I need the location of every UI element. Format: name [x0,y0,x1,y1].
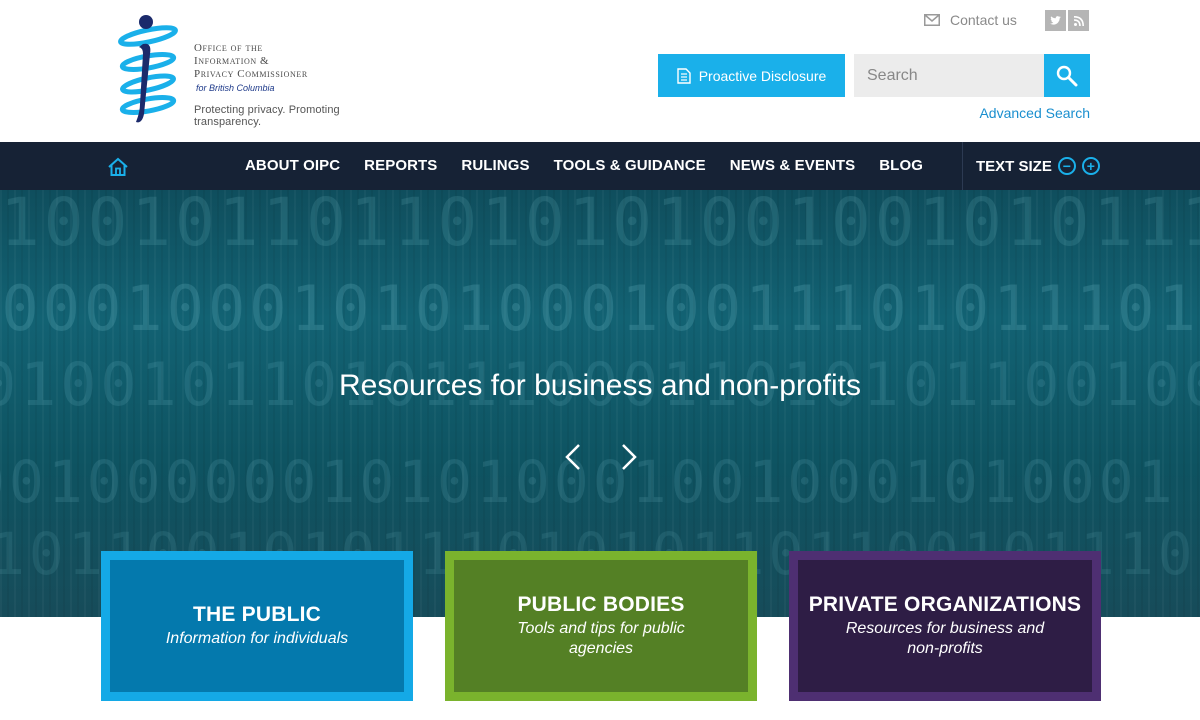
tile-subtitle: Information for individuals [165,630,349,647]
nav-item-tools-guidance[interactable]: TOOLS & GUIDANCE [542,142,718,190]
logo-line-3: Privacy Commissioner [194,68,308,80]
oipc-logo[interactable]: Office of the Information & Privacy Comm… [110,14,410,128]
nav-menu: ABOUT OIPC REPORTS RULINGS TOOLS & GUIDA… [233,142,935,190]
nav-item-blog[interactable]: BLOG [867,142,935,190]
search-button[interactable] [1044,54,1090,97]
tile-the-public[interactable]: THE PUBLIC Information for individuals [101,551,413,701]
social-links [1045,10,1089,31]
tile-body: THE PUBLIC Information for individuals [110,560,404,692]
hero-title: Resources for business and non-profits [339,369,861,402]
tile-private-organizations[interactable]: PRIVATE ORGANIZATIONS Resources for busi… [789,551,1101,701]
tile-body: PUBLIC BODIES Tools and tips for public … [454,560,748,692]
text-size-decrease-button[interactable]: − [1057,157,1076,175]
chevron-left-icon [565,444,580,470]
rss-button[interactable] [1068,10,1089,31]
text-size-control: TEXT SIZE − + [976,142,1100,190]
advanced-search-link[interactable]: Advanced Search [979,105,1090,121]
tile-title: PUBLIC BODIES [517,593,685,616]
rss-icon [1073,15,1084,26]
proactive-disclosure-button[interactable]: Proactive Disclosure [658,54,845,97]
text-size-label: TEXT SIZE [976,157,1052,175]
nav-divider [962,142,963,190]
tile-public-bodies[interactable]: PUBLIC BODIES Tools and tips for public … [445,551,757,701]
document-icon [676,67,691,84]
carousel-prev-button[interactable] [562,442,584,472]
tile-subtitle: Tools and tips for public agencies [517,620,685,657]
logo-line-1: Office of the [194,42,263,54]
contact-us-label: Contact us [950,12,1017,28]
nav-item-rulings[interactable]: RULINGS [449,142,541,190]
twitter-button[interactable] [1045,10,1066,31]
tagline: Protecting privacy. Promoting transparen… [194,104,340,128]
tile-body: PRIVATE ORGANIZATIONS Resources for busi… [798,560,1092,692]
chevron-right-icon [622,444,637,470]
home-icon [108,157,128,176]
tile-title: THE PUBLIC [193,603,321,626]
nav-item-about[interactable]: ABOUT OIPC [233,142,352,190]
search-input[interactable] [854,54,1044,97]
twitter-icon [1050,16,1061,25]
tile-title: PRIVATE ORGANIZATIONS [808,593,1082,616]
home-button[interactable] [107,156,129,178]
binary-row: 1000100010101000100111010111011 [0,272,1200,345]
oipc-logo-mark [118,15,178,123]
nav-item-news-events[interactable]: NEWS & EVENTS [718,142,867,190]
text-size-increase-button[interactable]: + [1081,157,1100,175]
logo-subtitle: for British Columbia [196,83,275,93]
tile-subtitle: Resources for business and non-profits [845,620,1045,657]
envelope-icon [924,14,940,26]
search-icon [1056,65,1078,86]
logo-line-2: Information & [194,55,270,67]
contact-us-link[interactable]: Contact us [924,12,1017,28]
main-nav: ABOUT OIPC REPORTS RULINGS TOOLS & GUIDA… [0,142,1200,190]
binary-row: 1001011011010101001001010111000 [0,190,1200,261]
proactive-disclosure-label: Proactive Disclosure [698,67,827,84]
nav-item-reports[interactable]: REPORTS [352,142,449,190]
carousel-next-button[interactable] [618,442,640,472]
site-header: Office of the Information & Privacy Comm… [0,0,1200,142]
logo-text: Office of the Information & Privacy Comm… [194,42,308,81]
carousel-controls [562,442,640,472]
